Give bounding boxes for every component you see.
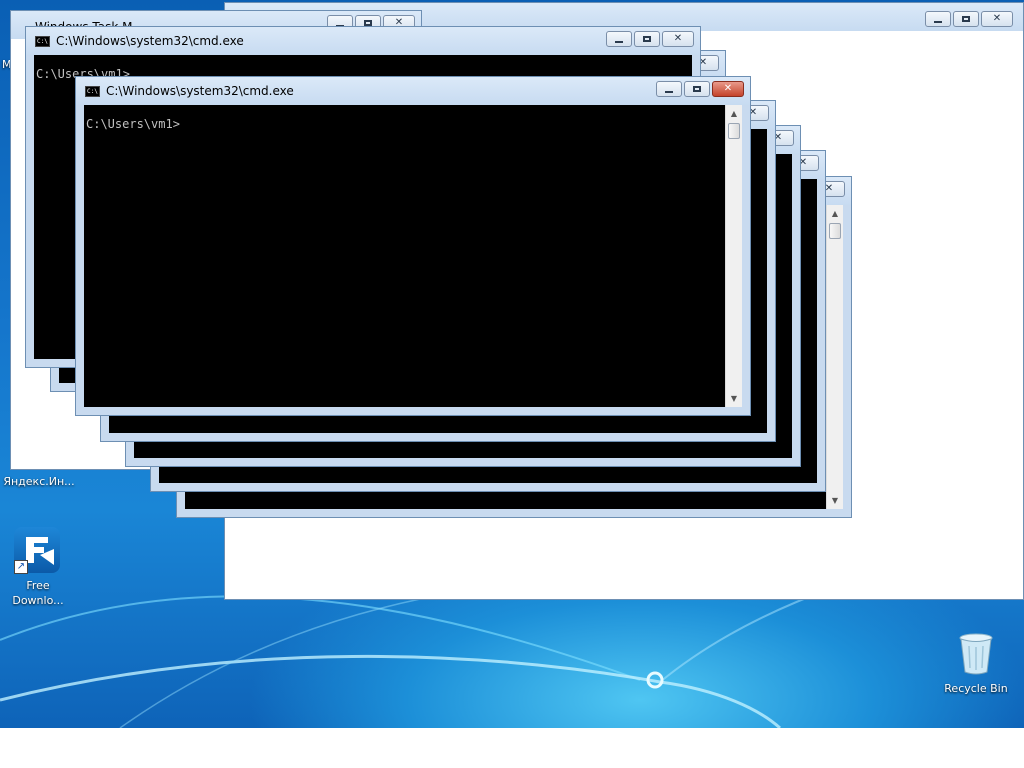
minimize-icon bbox=[665, 91, 673, 93]
console-area[interactable]: C:\Users\vm1> ▲ ▼ bbox=[84, 105, 742, 407]
close-button[interactable]: ✕ bbox=[981, 11, 1013, 27]
cmd-window-title: C:\Windows\system32\cmd.exe bbox=[56, 34, 244, 48]
bottom-blank-area bbox=[0, 728, 1024, 768]
scroll-up-arrow-icon[interactable]: ▲ bbox=[726, 105, 742, 122]
minimize-icon bbox=[615, 41, 623, 43]
maximize-button[interactable] bbox=[684, 81, 710, 97]
minimize-button[interactable] bbox=[925, 11, 951, 27]
scroll-down-arrow-icon[interactable]: ▼ bbox=[726, 390, 742, 407]
scroll-down-arrow-icon[interactable]: ▼ bbox=[827, 492, 843, 509]
scroll-thumb[interactable] bbox=[829, 223, 841, 239]
recycle-bin-label: Recycle Bin bbox=[944, 682, 1008, 695]
maximize-button[interactable] bbox=[953, 11, 979, 27]
desktop-icon-free-download-label-2: Downlo... bbox=[12, 594, 64, 607]
desktop-icon-free-download-label-1: Free bbox=[26, 579, 50, 592]
desktop-icon-yandex-label[interactable]: Яндекс.Ин... bbox=[2, 475, 76, 489]
close-icon: ✕ bbox=[673, 33, 683, 44]
scroll-up-arrow-icon[interactable]: ▲ bbox=[827, 205, 843, 222]
recycle-bin-icon bbox=[958, 632, 994, 676]
vertical-scrollbar[interactable]: ▲ ▼ bbox=[725, 105, 742, 407]
close-icon: ✕ bbox=[723, 83, 733, 94]
scroll-thumb[interactable] bbox=[728, 123, 740, 139]
console-prompt: C:\Users\vm1> bbox=[86, 117, 180, 131]
close-button[interactable]: ✕ bbox=[662, 31, 694, 47]
close-button[interactable]: ✕ bbox=[712, 81, 744, 97]
cmd-app-icon: C:\ bbox=[35, 36, 50, 47]
desktop-background: M Яндекс.Ин... ↗ Free Downlo... Recycle … bbox=[0, 0, 1024, 728]
close-icon: ✕ bbox=[992, 13, 1002, 24]
desktop-icon-free-download[interactable]: ↗ Free Downlo... bbox=[8, 524, 68, 610]
background-window-large-controls: ✕ bbox=[925, 11, 1013, 29]
maximize-button[interactable] bbox=[634, 31, 660, 47]
desktop-icon-recycle-bin[interactable]: Recycle Bin bbox=[940, 628, 1012, 702]
maximize-icon bbox=[693, 86, 701, 92]
shortcut-arrow-icon: ↗ bbox=[14, 560, 28, 574]
cmd-window-active[interactable]: C:\ C:\Windows\system32\cmd.exe ✕ C:\Use… bbox=[75, 76, 751, 416]
minimize-button[interactable] bbox=[656, 81, 682, 97]
minimize-button[interactable] bbox=[606, 31, 632, 47]
window-controls: ✕ bbox=[656, 81, 744, 99]
maximize-icon bbox=[962, 16, 970, 22]
minimize-icon bbox=[934, 21, 942, 23]
close-icon: ✕ bbox=[824, 183, 834, 194]
maximize-icon bbox=[643, 36, 651, 42]
cmd-app-icon: C:\ bbox=[85, 86, 100, 97]
cmd-window-title: C:\Windows\system32\cmd.exe bbox=[106, 84, 294, 98]
window-controls: ✕ bbox=[606, 31, 694, 49]
vertical-scrollbar[interactable]: ▲ ▼ bbox=[826, 205, 843, 509]
